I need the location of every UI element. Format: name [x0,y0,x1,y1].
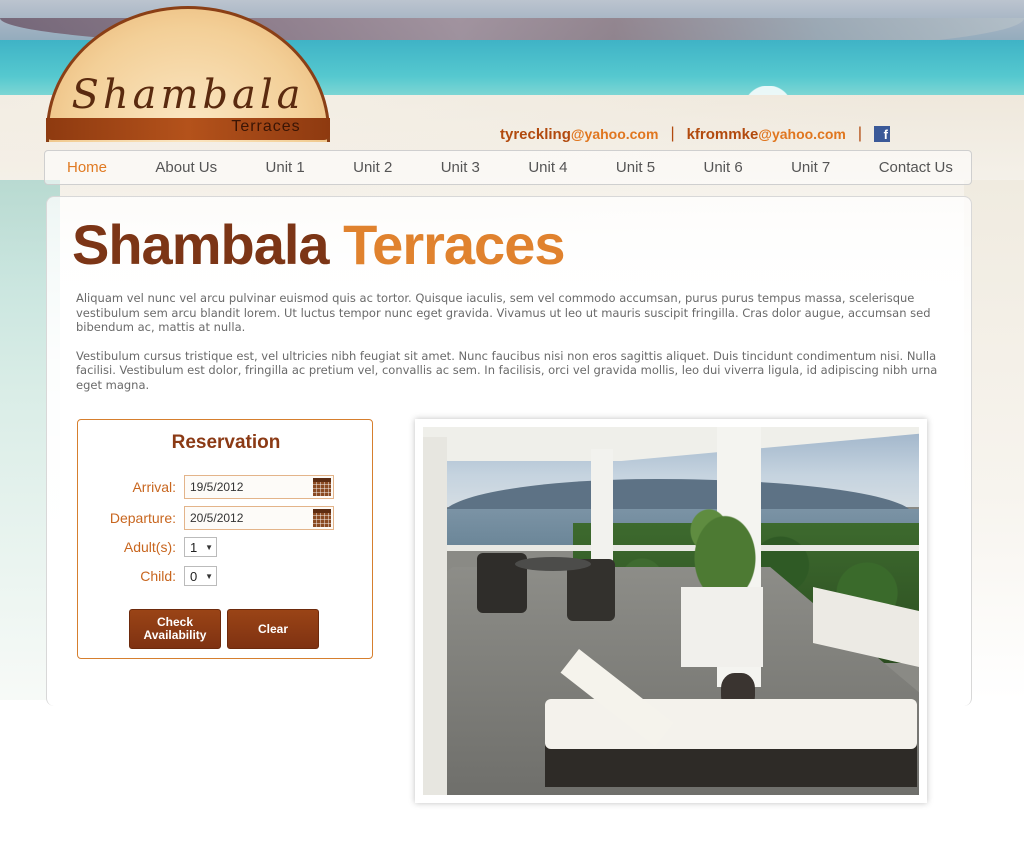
arrival-label: Arrival: [132,479,176,495]
calendar-icon[interactable] [313,478,331,496]
arrival-date-value: 19/5/2012 [190,480,244,494]
email-user: tyreckling [500,125,571,143]
site-logo[interactable]: Shambala Terraces [46,6,330,142]
adults-label: Adult(s): [123,539,176,555]
reservation-form: Reservation Arrival: 19/5/2012 Departure… [77,419,373,659]
terrace-photo-frame [415,419,927,803]
background-right-fade [964,180,1024,700]
logo-title: Shambala [71,72,305,118]
photo-table [515,557,591,571]
page-title-main: Shambala [72,213,330,276]
separator: | [670,125,675,142]
reservation-title: Reservation [171,432,281,453]
nav-item-unit-1[interactable]: Unit 1 [266,159,305,176]
nav-item-about-us[interactable]: About Us [155,159,217,176]
calendar-icon[interactable] [313,509,331,527]
nav-item-unit-6[interactable]: Unit 6 [704,159,743,176]
nav-item-contact-us[interactable]: Contact Us [879,159,953,176]
page-title-accent: Terraces [343,213,565,276]
intro-text: Aliquam vel nunc vel arcu pulvinar euism… [76,291,960,406]
page-title: Shambala Terraces [72,212,565,277]
photo-pillar [423,437,447,795]
clear-button[interactable]: Clear [227,609,319,649]
photo-plant [685,503,765,595]
nav-item-unit-3[interactable]: Unit 3 [441,159,480,176]
adults-row: Adult(s): 1 ▼ [78,535,217,559]
departure-row: Departure: 20/5/2012 [78,506,334,530]
nav-item-unit-7[interactable]: Unit 7 [791,159,830,176]
email-link-2[interactable]: kfrommke@yahoo.com [687,126,846,143]
departure-date-input[interactable]: 20/5/2012 [184,506,334,530]
adults-select[interactable]: 1 ▼ [184,537,217,557]
chevron-down-icon: ▼ [205,571,213,581]
child-label: Child: [140,568,176,584]
nav-item-unit-2[interactable]: Unit 2 [353,159,392,176]
terrace-photo [423,427,919,795]
intro-paragraph-2: Vestibulum cursus tristique est, vel ult… [76,348,938,392]
email-link-1[interactable]: tyreckling@yahoo.com [500,126,658,143]
arrival-date-input[interactable]: 19/5/2012 [184,475,334,499]
child-row: Child: 0 ▼ [78,564,217,588]
photo-railing [443,545,919,551]
logo-subtitle: Terraces [231,118,301,135]
arrival-row: Arrival: 19/5/2012 [78,475,334,499]
main-nav: Home About Us Unit 1 Unit 2 Unit 3 Unit … [44,150,972,185]
child-select[interactable]: 0 ▼ [184,566,217,586]
child-value: 0 [190,568,198,584]
nav-item-unit-4[interactable]: Unit 4 [528,159,567,176]
photo-lounger-cushion [545,699,917,749]
separator: | [857,125,863,142]
nav-item-home[interactable]: Home [67,159,107,176]
nav-item-unit-5[interactable]: Unit 5 [616,159,655,176]
check-availability-button[interactable]: Check Availability [129,609,221,649]
departure-date-value: 20/5/2012 [190,511,244,525]
photo-planter [681,587,763,667]
facebook-icon[interactable]: f [874,126,891,142]
intro-paragraph-1: Aliquam vel nunc vel arcu pulvinar euism… [76,291,931,334]
adults-value: 1 [190,539,198,555]
departure-label: Departure: [109,510,176,526]
contact-emails: tyreckling@yahoo.com | kfrommke@yahoo.co… [500,124,891,144]
email-domain: @yahoo.com [758,125,846,142]
email-user: kfrommke [686,125,759,143]
email-domain: @yahoo.com [570,125,659,142]
chevron-down-icon: ▼ [205,542,213,552]
